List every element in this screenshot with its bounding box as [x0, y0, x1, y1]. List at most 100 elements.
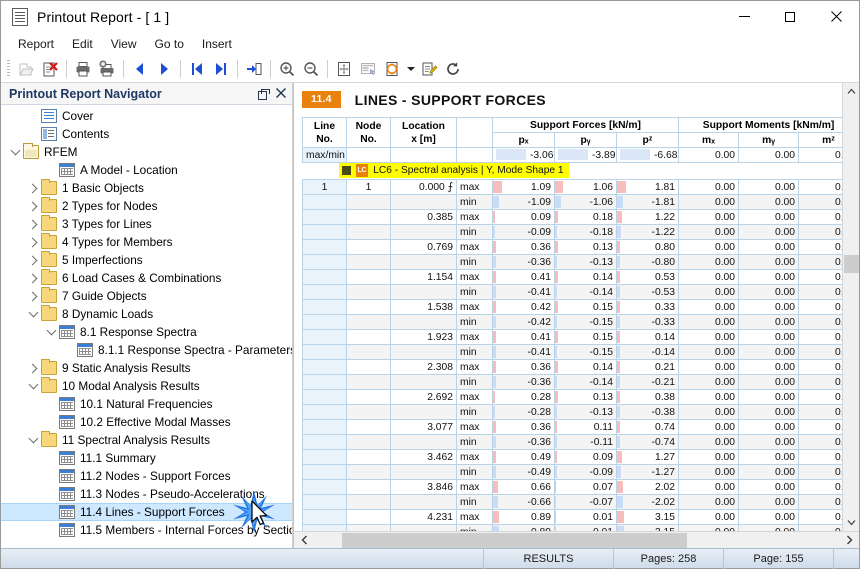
nav-item-10-1-natural-frequencies[interactable]: 10.1 Natural Frequencies: [1, 395, 292, 413]
nav-item-10-2-effective-modal-masses[interactable]: 10.2 Effective Modal Masses: [1, 413, 292, 431]
scroll-up-button[interactable]: [843, 83, 860, 100]
nav-item-11-5-members-internal-forces-by-section[interactable]: 11.5 Members - Internal Forces by Sectio…: [1, 521, 292, 539]
print-setup-icon[interactable]: [95, 57, 119, 81]
value-bar: [555, 196, 561, 208]
first-page-icon[interactable]: [185, 57, 209, 81]
section-number-badge: 11.4: [302, 91, 341, 108]
cell-value: 0.15: [592, 331, 613, 343]
cell-my: 0.00: [738, 359, 800, 375]
float-panel-button[interactable]: [258, 88, 270, 100]
nav-item-a-model-location[interactable]: A Model - Location: [1, 161, 292, 179]
vscroll-track[interactable]: [843, 100, 860, 514]
nav-item-11-1-summary[interactable]: 11.1 Summary: [1, 449, 292, 467]
chevron-down-icon[interactable]: [25, 378, 41, 394]
zoom-out-icon[interactable]: [299, 57, 323, 81]
nav-item-7-guide-objects[interactable]: 7 Guide Objects: [1, 287, 292, 305]
minimize-button[interactable]: [721, 1, 767, 33]
menu-report[interactable]: Report: [9, 34, 63, 54]
cell-row-type: min: [456, 284, 493, 300]
refresh-icon[interactable]: [441, 57, 465, 81]
cell-value: 1.22: [654, 211, 676, 223]
close-button[interactable]: [813, 1, 859, 33]
scroll-left-button[interactable]: [294, 532, 314, 549]
navigator-tree[interactable]: Cover Contents RFEM A Model - Location 1 Bas…: [1, 105, 292, 548]
value-bar: [617, 316, 620, 328]
nav-item-2-types-for-nodes[interactable]: 2 Types for Nodes: [1, 197, 292, 215]
nav-item-11-4-lines-support-forces[interactable]: 11.4 Lines - Support Forces: [1, 503, 292, 521]
nav-item-6-load-cases-combinations[interactable]: 6 Load Cases & Combinations: [1, 269, 292, 287]
chevron-right-icon[interactable]: [25, 360, 41, 376]
hscroll-thumb[interactable]: [342, 532, 687, 548]
edit-report-icon[interactable]: [417, 57, 441, 81]
cell-line-no: [302, 284, 347, 300]
delete-report-icon[interactable]: [38, 57, 62, 81]
nav-item-8-dynamic-loads[interactable]: 8 Dynamic Loads: [1, 305, 292, 323]
close-panel-button[interactable]: [276, 87, 286, 100]
last-page-icon[interactable]: [209, 57, 233, 81]
value-bar: [555, 526, 556, 531]
export-dropdown-button[interactable]: [404, 57, 417, 81]
cell-mz: 0.00: [798, 329, 842, 345]
table-row: min-1.09-1.06-1.810.000.000.00: [302, 194, 842, 210]
hscroll-track[interactable]: [314, 532, 839, 549]
menu-edit[interactable]: Edit: [63, 34, 102, 54]
nav-item-label: 11.2 Nodes - Support Forces: [80, 469, 231, 483]
nav-item-11-spectral-analysis-results[interactable]: 11 Spectral Analysis Results: [1, 431, 292, 449]
chevron-down-icon[interactable]: [25, 432, 41, 448]
nav-item-9-static-analysis-results[interactable]: 9 Static Analysis Results: [1, 359, 292, 377]
chevron-down-icon[interactable]: [43, 324, 59, 340]
print-icon[interactable]: [71, 57, 95, 81]
vertical-scrollbar[interactable]: [842, 83, 859, 531]
chevron-up-icon: [847, 88, 855, 94]
nav-item-8-1-response-spectra[interactable]: 8.1 Response Spectra: [1, 323, 292, 341]
menu-bar: Report Edit View Go to Insert: [1, 33, 859, 55]
cell-mz: 0.00: [798, 359, 842, 375]
cell-px: -0.09: [492, 224, 555, 240]
previous-page-icon[interactable]: [128, 57, 152, 81]
nav-item-11-3-nodes-pseudo-accelerations[interactable]: 11.3 Nodes - Pseudo-Accelerations: [1, 485, 292, 503]
next-page-icon[interactable]: [152, 57, 176, 81]
zoom-in-icon[interactable]: [275, 57, 299, 81]
cell-mz: 0.00: [798, 239, 842, 255]
go-to-page-icon[interactable]: [242, 57, 266, 81]
nav-item-cover[interactable]: Cover: [1, 107, 292, 125]
chevron-right-icon[interactable]: [25, 252, 41, 268]
horizontal-scrollbar[interactable]: [294, 531, 859, 548]
open-report-icon[interactable]: [14, 57, 38, 81]
chevron-right-icon[interactable]: [25, 198, 41, 214]
chevron-right-icon[interactable]: [25, 180, 41, 196]
chevron-down-icon: [847, 520, 855, 526]
nav-item-8-1-1-response-spectra-parameters[interactable]: 8.1.1 Response Spectra - Parameters: [1, 341, 292, 359]
nav-item-1-basic-objects[interactable]: 1 Basic Objects: [1, 179, 292, 197]
nav-item-10-modal-analysis-results[interactable]: 10 Modal Analysis Results: [1, 377, 292, 395]
chevron-down-icon[interactable]: [25, 306, 41, 322]
nav-item-label: Cover: [62, 109, 94, 123]
menu-view[interactable]: View: [102, 34, 146, 54]
menu-goto[interactable]: Go to: [146, 34, 193, 54]
report-selection-icon[interactable]: [356, 57, 380, 81]
table-row: 1.154max0.410.140.530.000.000.00: [302, 269, 842, 285]
page-setup-icon[interactable]: [332, 57, 356, 81]
vscroll-thumb[interactable]: [843, 255, 859, 273]
scroll-right-button[interactable]: [839, 532, 859, 549]
toolbar-grip[interactable]: [7, 59, 10, 78]
chevron-down-icon[interactable]: [7, 144, 23, 160]
chevron-right-icon[interactable]: [25, 270, 41, 286]
report-heading: 11.4 LINES - SUPPORT FORCES: [294, 83, 842, 117]
scroll-down-button[interactable]: [843, 514, 860, 531]
cell-my: 0.00: [738, 344, 800, 360]
nav-item-4-types-for-members[interactable]: 4 Types for Members: [1, 233, 292, 251]
nav-item-5-imperfections[interactable]: 5 Imperfections: [1, 251, 292, 269]
export-icon[interactable]: [380, 57, 404, 81]
chevron-right-icon[interactable]: [25, 288, 41, 304]
menu-insert[interactable]: Insert: [193, 34, 241, 54]
nav-item-11-2-nodes-support-forces[interactable]: 11.2 Nodes - Support Forces: [1, 467, 292, 485]
nav-item-3-types-for-lines[interactable]: 3 Types for Lines: [1, 215, 292, 233]
maximize-button[interactable]: [767, 1, 813, 33]
nav-item-contents[interactable]: Contents: [1, 125, 292, 143]
cell-px-maxmin: -3.06: [492, 147, 555, 163]
nav-item-rfem[interactable]: RFEM: [1, 143, 292, 161]
chevron-right-icon[interactable]: [25, 216, 41, 232]
chevron-right-icon[interactable]: [25, 234, 41, 250]
cell-pz: 0.21: [615, 359, 680, 375]
